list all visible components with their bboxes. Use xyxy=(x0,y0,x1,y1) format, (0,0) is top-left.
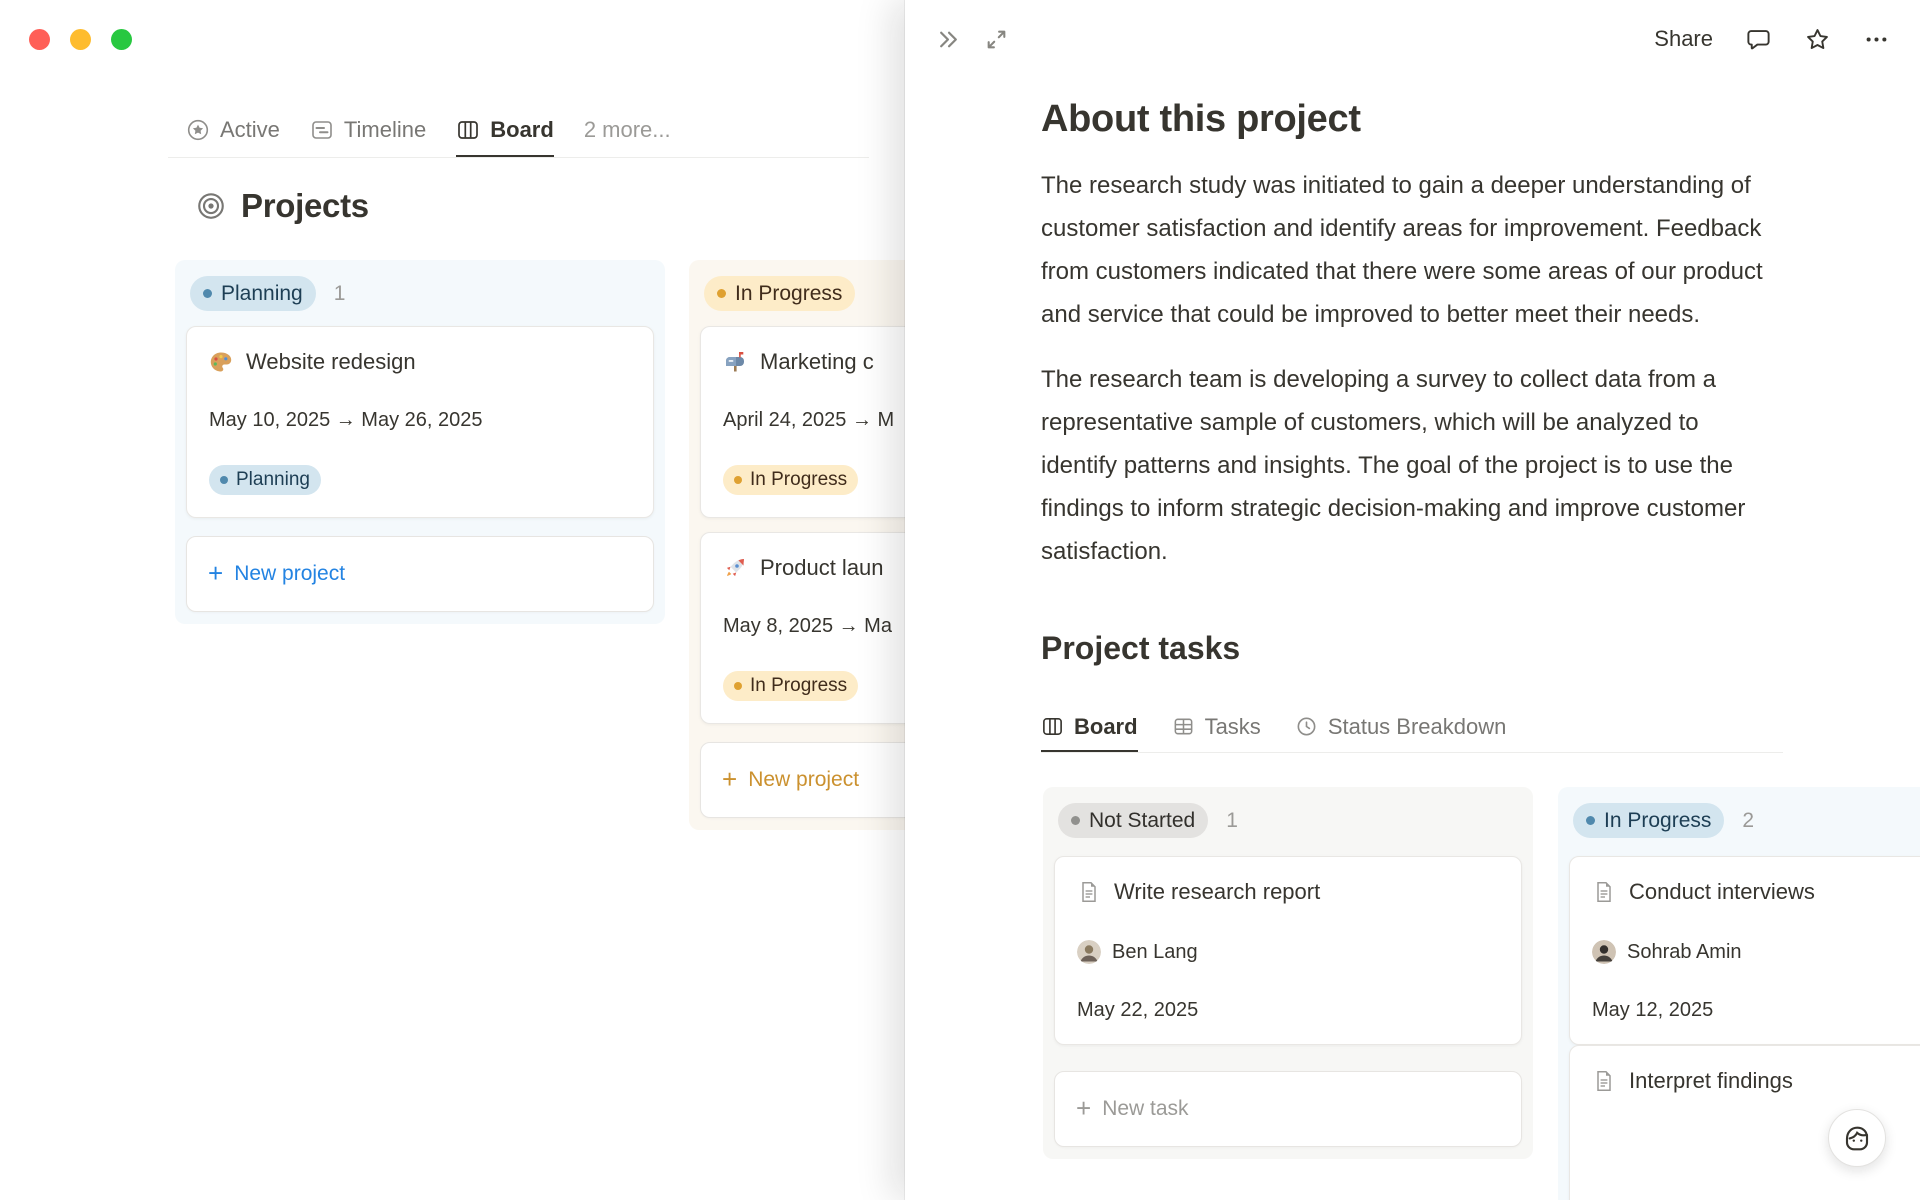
minimize-window-button[interactable] xyxy=(70,29,91,50)
view-tabs: Active Timeline Board 2 more... xyxy=(168,104,869,158)
more-options-icon[interactable] xyxy=(1863,26,1890,53)
status-pill-planning[interactable]: Planning xyxy=(190,276,316,311)
avatar-ben-lang xyxy=(1077,940,1101,964)
panel-toolbar: Share xyxy=(905,0,1920,78)
tasks-column-not-started: Not Started 1 Write research report Ben … xyxy=(1043,787,1533,1159)
window-controls xyxy=(29,29,132,50)
card-title: Marketing c xyxy=(760,349,874,374)
tab-label: Timeline xyxy=(343,116,427,142)
project-card-website-redesign[interactable]: Website redesign May 10, 2025 → May 26, … xyxy=(186,326,654,518)
status-dot xyxy=(717,289,726,298)
tab-label: Active xyxy=(220,116,280,142)
status-dot xyxy=(203,289,212,298)
card-title: Product laun xyxy=(760,555,884,580)
favorite-star-icon[interactable] xyxy=(1804,26,1831,53)
plus-icon: + xyxy=(1076,1092,1092,1123)
page-title-row: Projects xyxy=(196,182,369,230)
new-project-button[interactable]: + New project xyxy=(186,536,654,612)
task-date: May 22, 2025 xyxy=(1077,999,1199,1021)
star-circle-icon xyxy=(186,118,210,142)
task-card-conduct-interviews[interactable]: Conduct interviews Sohrab Amin May 12, 2… xyxy=(1569,856,1920,1045)
about-heading: About this project xyxy=(1041,98,1361,140)
new-task-button[interactable]: + New task xyxy=(1054,1071,1522,1147)
tab-active[interactable]: Active xyxy=(186,104,280,157)
tab-tasks-board[interactable]: Board xyxy=(1041,703,1138,752)
clock-icon xyxy=(1295,715,1318,738)
card-title: Website redesign xyxy=(246,349,416,374)
share-button[interactable]: Share xyxy=(1654,26,1713,52)
status-pill-not-started[interactable]: Not Started xyxy=(1058,803,1209,838)
open-full-page-icon[interactable] xyxy=(984,27,1009,52)
status-dot xyxy=(220,476,228,484)
table-icon xyxy=(1172,715,1195,738)
tab-timeline[interactable]: Timeline xyxy=(310,104,426,157)
panel-content: About this project The research study wa… xyxy=(1041,0,1920,1200)
plus-icon: + xyxy=(208,557,224,588)
task-card-write-research-report[interactable]: Write research report Ben Lang May 22, 2… xyxy=(1054,856,1522,1045)
column-count: 1 xyxy=(1226,808,1238,832)
column-count: 1 xyxy=(333,281,346,305)
status-dot xyxy=(1586,816,1595,825)
assignee-name: Ben Lang xyxy=(1112,940,1198,963)
status-dot xyxy=(734,682,742,690)
tab-tasks-table[interactable]: Tasks xyxy=(1172,703,1261,752)
column-header: Planning 1 xyxy=(190,276,650,311)
about-paragraph-2: The research team is developing a survey… xyxy=(1041,366,1746,565)
tab-label: Board xyxy=(490,116,554,142)
page-title: Projects xyxy=(241,187,369,224)
comments-icon[interactable] xyxy=(1745,26,1772,53)
column-header: In Progress 2 xyxy=(1573,803,1920,838)
assignee-row: Sohrab Amin xyxy=(1592,940,1920,964)
card-status-tag: Planning xyxy=(209,465,631,495)
board-icon xyxy=(1041,715,1064,738)
column-count: 2 xyxy=(1742,808,1755,832)
side-peek-panel: Share About this project The research st… xyxy=(905,0,1920,1200)
board-icon xyxy=(456,118,480,142)
board-column-planning: Planning 1 Website redesign May 10, 2025… xyxy=(175,260,665,624)
project-tasks-heading: Project tasks xyxy=(1041,630,1241,666)
tab-label: Board xyxy=(1074,713,1138,739)
task-date: May 12, 2025 xyxy=(1592,999,1714,1021)
target-icon xyxy=(196,191,226,221)
ai-face-icon xyxy=(1841,1122,1873,1154)
rocket-icon xyxy=(723,556,747,580)
tab-label: 2 more... xyxy=(583,116,671,142)
close-peek-chevrons-icon[interactable] xyxy=(935,26,962,53)
tab-label: Tasks xyxy=(1204,713,1261,739)
zoom-window-button[interactable] xyxy=(111,29,132,50)
card-title: Interpret findings xyxy=(1629,1068,1793,1093)
card-title: Conduct interviews xyxy=(1629,879,1815,904)
tab-label: Status Breakdown xyxy=(1327,713,1507,739)
tab-board[interactable]: Board xyxy=(456,104,554,157)
status-pill-in-progress[interactable]: In Progress xyxy=(704,276,856,311)
document-icon xyxy=(1592,1069,1616,1093)
timeline-icon xyxy=(310,118,334,142)
close-window-button[interactable] xyxy=(29,29,50,50)
notion-ai-button[interactable] xyxy=(1828,1109,1886,1167)
avatar-sohrab-amin xyxy=(1592,940,1616,964)
assignee-name: Sohrab Amin xyxy=(1627,940,1742,963)
tasks-view-tabs: Board Tasks Status Breakdown xyxy=(1041,703,1783,753)
palette-icon xyxy=(209,350,233,374)
status-dot xyxy=(734,476,742,484)
column-header: Not Started 1 xyxy=(1058,803,1518,838)
about-paragraph-1: The research study was initiated to gain… xyxy=(1041,172,1763,328)
document-icon xyxy=(1592,880,1616,904)
document-icon xyxy=(1077,880,1101,904)
tab-more-views[interactable]: 2 more... xyxy=(584,104,671,157)
plus-icon: + xyxy=(722,763,738,794)
tasks-board: Not Started 1 Write research report Ben … xyxy=(1043,787,1920,1200)
mailbox-icon xyxy=(723,350,747,374)
tab-status-breakdown[interactable]: Status Breakdown xyxy=(1295,703,1507,752)
assignee-row: Ben Lang xyxy=(1077,940,1499,964)
card-dates: May 10, 2025 → May 26, 2025 xyxy=(209,408,483,431)
card-title: Write research report xyxy=(1114,879,1321,904)
status-pill-in-progress[interactable]: In Progress xyxy=(1573,803,1725,838)
status-dot xyxy=(1071,816,1080,825)
